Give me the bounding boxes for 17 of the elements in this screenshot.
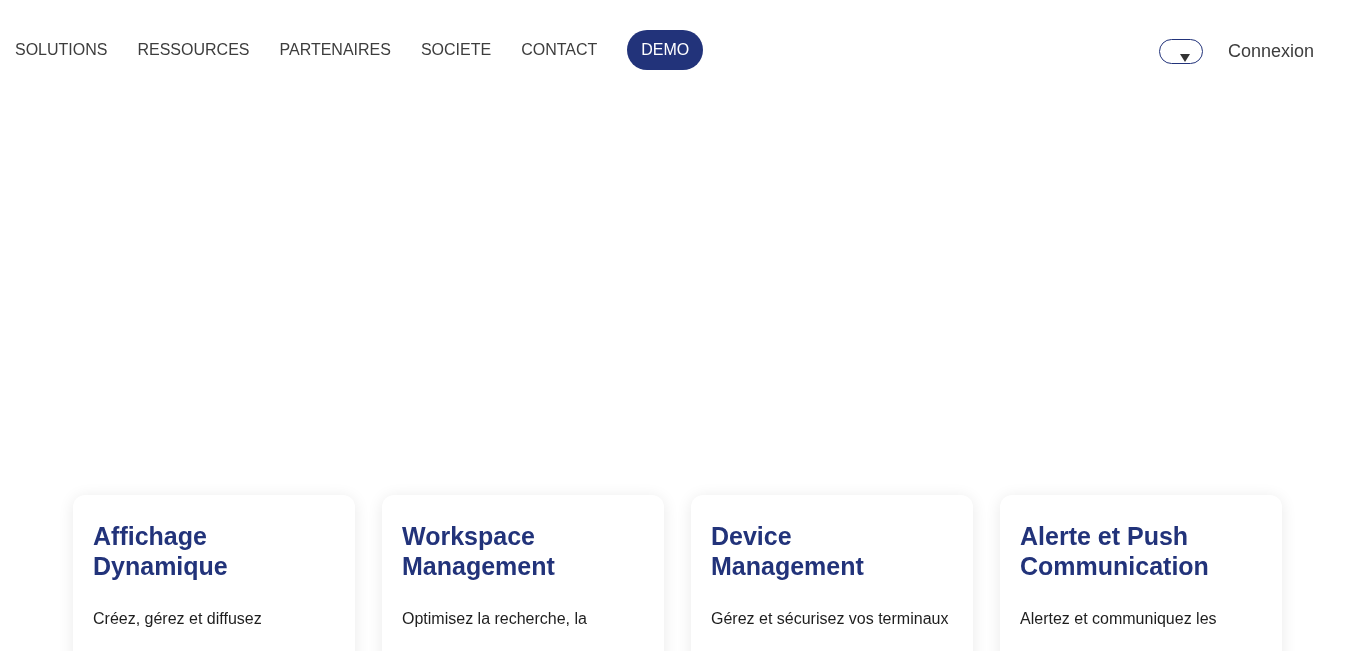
nav-link[interactable]: PARTENAIRES	[279, 41, 391, 59]
card-text: Gérez et sécurisez vos terminaux	[711, 609, 950, 629]
caret-icon	[1179, 53, 1190, 62]
card-text: Alertez et communiquez les	[1020, 609, 1218, 629]
nav-link[interactable]: SOCIETE	[420, 41, 492, 59]
nav-link[interactable]: SOLUTIONS	[15, 41, 108, 59]
nav-link[interactable]: RESSOURCES	[137, 41, 250, 59]
nav-link[interactable]: CONTACT	[521, 41, 598, 59]
demo-button[interactable]: DEMO	[627, 30, 704, 70]
card-text: Optimisez la recherche, la	[402, 609, 588, 629]
card-title: Device Management	[711, 521, 865, 581]
card-title: Workspace Management	[402, 521, 556, 581]
card-text: Créez, gérez et diffusez	[93, 609, 263, 629]
card-title: Alerte et Push Communication	[1020, 521, 1210, 581]
language-dropdown[interactable]	[1158, 38, 1203, 64]
card-title: Affichage Dynamique	[93, 521, 229, 581]
login-link[interactable]: Connexion	[1227, 40, 1314, 62]
